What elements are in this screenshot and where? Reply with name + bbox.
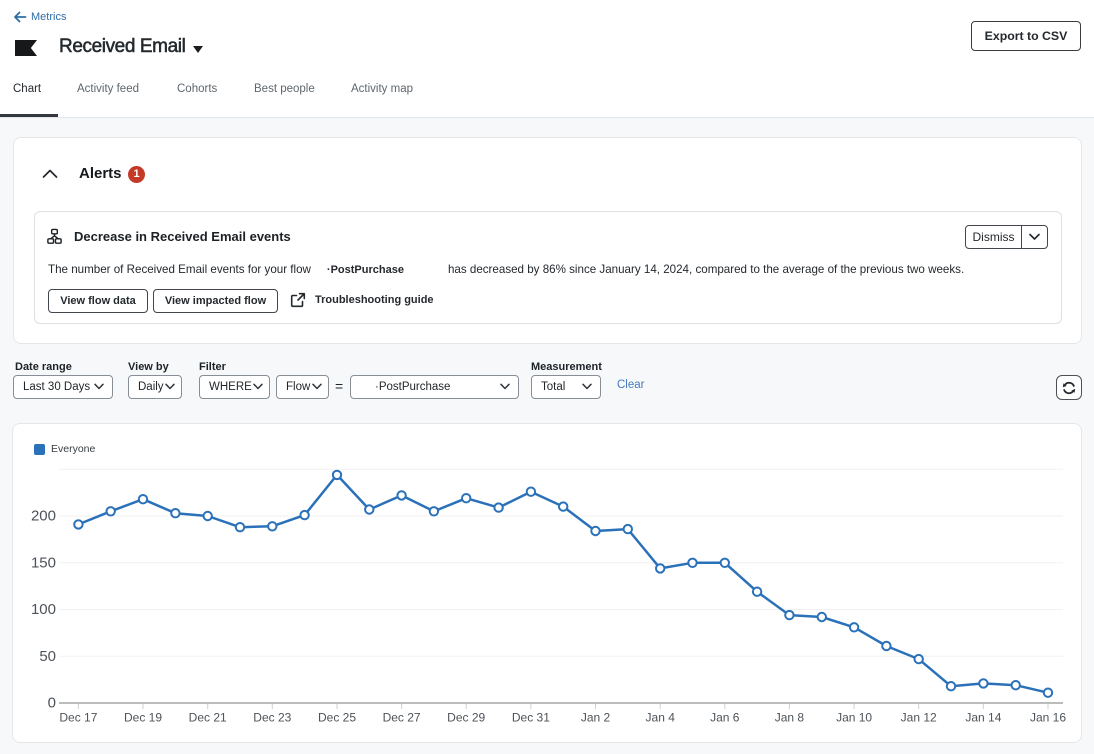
svg-text:0: 0 bbox=[48, 695, 56, 712]
svg-text:Dec 25: Dec 25 bbox=[318, 711, 356, 725]
svg-text:Dec 21: Dec 21 bbox=[189, 711, 227, 725]
svg-text:Jan 2: Jan 2 bbox=[581, 711, 611, 725]
svg-text:Jan 4: Jan 4 bbox=[646, 711, 676, 725]
svg-text:150: 150 bbox=[31, 554, 56, 571]
svg-text:Dec 23: Dec 23 bbox=[253, 711, 291, 725]
svg-text:Jan 10: Jan 10 bbox=[836, 711, 872, 725]
svg-text:Dec 17: Dec 17 bbox=[59, 711, 97, 725]
svg-text:Jan 16: Jan 16 bbox=[1030, 711, 1066, 725]
svg-text:200: 200 bbox=[31, 508, 56, 525]
svg-text:Dec 31: Dec 31 bbox=[512, 711, 550, 725]
svg-text:Jan 8: Jan 8 bbox=[775, 711, 805, 725]
svg-text:50: 50 bbox=[39, 648, 56, 665]
svg-text:Jan 14: Jan 14 bbox=[965, 711, 1001, 725]
svg-text:Jan 6: Jan 6 bbox=[710, 711, 740, 725]
svg-text:Dec 19: Dec 19 bbox=[124, 711, 162, 725]
svg-text:100: 100 bbox=[31, 601, 56, 618]
svg-text:Dec 29: Dec 29 bbox=[447, 711, 485, 725]
svg-text:Jan 12: Jan 12 bbox=[901, 711, 937, 725]
svg-text:Dec 27: Dec 27 bbox=[383, 711, 421, 725]
